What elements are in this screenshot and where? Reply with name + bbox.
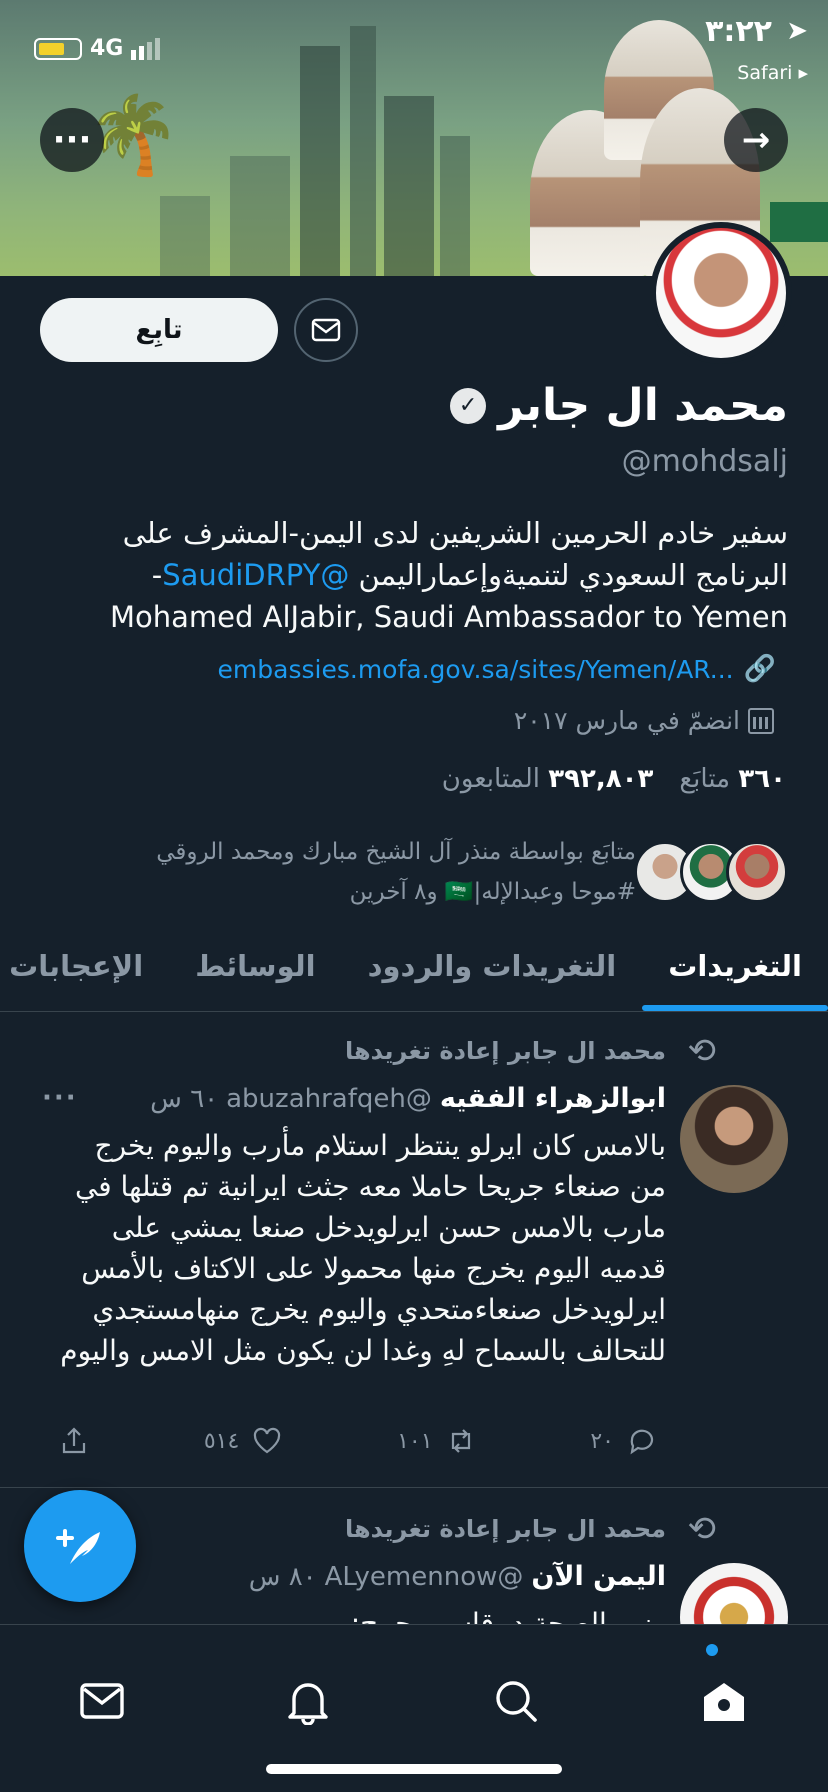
tweet-header: اليمن الآن @ALyemennow ٨٠ س bbox=[249, 1561, 666, 1592]
bio-line-2: البرنامج السعودي لتنميةوإعماراليمن bbox=[349, 558, 788, 592]
retweet-icon bbox=[451, 1429, 470, 1453]
tweet-header: ابوالزهراء الفقيه @abuzahrafqeh ٦٠ س bbox=[150, 1083, 666, 1114]
like-button[interactable]: ٥١٤ bbox=[204, 1425, 283, 1457]
like-count: ٥١٤ bbox=[203, 1428, 240, 1454]
retweet-icon: ⟲ bbox=[687, 1031, 717, 1071]
avatar[interactable] bbox=[680, 1085, 788, 1193]
tab-tweets-replies[interactable]: التغريدات والردود bbox=[342, 920, 643, 1011]
website-link[interactable]: embassies.mofa.gov.sa/sites/Yemen/AR... bbox=[218, 655, 734, 684]
followed-by-avatars bbox=[634, 841, 788, 903]
bio-mention-link[interactable]: @SaudiDRPY bbox=[162, 558, 349, 592]
retweet-label: محمد ال جابر إعادة تغريدها bbox=[345, 1037, 666, 1065]
home-icon[interactable] bbox=[700, 1677, 748, 1725]
bio-line-1: سفير خادم الحرمين الشريفين لدى اليمن-الم… bbox=[122, 516, 788, 550]
tweet-time: ٦٠ س bbox=[150, 1083, 219, 1114]
profile-bio: سفير خادم الحرمين الشريفين لدى اليمن-الم… bbox=[88, 512, 788, 638]
search-icon[interactable] bbox=[492, 1677, 540, 1725]
tab-tweets[interactable]: التغريدات bbox=[642, 920, 828, 1011]
website-row: embassies.mofa.gov.sa/sites/Yemen/AR... … bbox=[218, 654, 776, 684]
home-indicator bbox=[266, 1764, 562, 1774]
bio-line-3: Mohamed AlJabir, Saudi Ambassador to Yem… bbox=[110, 600, 788, 634]
profile-tabs: التغريدات التغريدات والردود الوسائط الإع… bbox=[0, 920, 828, 1012]
link-icon: 🔗 bbox=[743, 654, 776, 684]
reply-button[interactable]: ٢٠ bbox=[590, 1425, 658, 1457]
tweet-text: بالامس كان ايرلو ينتظر استلام مأرب واليو… bbox=[60, 1129, 666, 1367]
notification-dot bbox=[706, 1644, 718, 1656]
heart-icon bbox=[254, 1427, 281, 1454]
bio-dash: - bbox=[151, 558, 163, 592]
profile-handle: @mohdsalj bbox=[621, 444, 788, 479]
avatar[interactable] bbox=[680, 1563, 788, 1624]
mail-icon bbox=[311, 318, 341, 342]
back-arrow-button[interactable]: → bbox=[724, 108, 788, 172]
tweet-text: وزير الصحة د. قاسم بحيبح: bbox=[350, 1607, 666, 1624]
followed-by-text: متابَع بواسطة منذر آل الشيخ مبارك ومحمد … bbox=[156, 839, 636, 905]
retweet-button[interactable]: ١٠١ bbox=[397, 1425, 476, 1457]
tab-media[interactable]: الوسائط bbox=[169, 920, 341, 1011]
battery-icon bbox=[34, 37, 82, 60]
back-to-safari[interactable]: Safari ▸ bbox=[737, 62, 808, 84]
joined-date: انضمّ في مارس ٢٠١٧ bbox=[513, 706, 740, 735]
status-time: ٣:٢٢ bbox=[705, 14, 772, 49]
tweet-more-button[interactable]: ··· bbox=[42, 1083, 78, 1113]
reply-count: ٢٠ bbox=[590, 1428, 614, 1454]
follow-button[interactable]: تابِع bbox=[40, 298, 278, 362]
retweet-label: محمد ال جابر إعادة تغريدها bbox=[345, 1515, 666, 1543]
calendar-icon bbox=[748, 707, 774, 734]
network-label: 4G bbox=[90, 36, 124, 61]
feather-plus-icon bbox=[56, 1529, 100, 1564]
retweet-count: ١٠١ bbox=[397, 1428, 433, 1454]
flag-icon bbox=[770, 202, 828, 242]
tweet-author[interactable]: ابوالزهراء الفقيه bbox=[440, 1083, 666, 1114]
tweet-actions: ٢٠ ١٠١ ٥١٤ bbox=[58, 1425, 658, 1457]
tweet-handle: @abuzahrafqeh bbox=[226, 1083, 432, 1114]
reply-icon bbox=[630, 1429, 654, 1455]
message-button[interactable] bbox=[294, 298, 358, 362]
signal-icon bbox=[131, 37, 161, 60]
bell-icon[interactable] bbox=[284, 1677, 332, 1725]
profile-name: محمد ال جابر bbox=[498, 380, 788, 431]
follow-counts: ٣٦٠ متابَع ٣٩٢,٨٠٣ المتابعون bbox=[442, 764, 786, 794]
followers-count[interactable]: ٣٩٢,٨٠٣ المتابعون bbox=[442, 764, 654, 794]
status-left: 4G bbox=[34, 36, 161, 61]
following-count[interactable]: ٣٦٠ متابَع bbox=[679, 764, 786, 794]
profile-avatar[interactable] bbox=[650, 222, 792, 364]
tweet-time: ٨٠ س bbox=[248, 1561, 317, 1592]
avatar bbox=[726, 841, 788, 903]
tab-likes[interactable]: الإعجابات bbox=[0, 920, 169, 1011]
location-arrow-icon: ➤ bbox=[786, 16, 808, 46]
mail-icon[interactable] bbox=[78, 1677, 126, 1725]
more-options-button[interactable]: ··· bbox=[40, 108, 104, 172]
tweet-handle: @ALyemennow bbox=[324, 1561, 524, 1592]
share-icon bbox=[62, 1427, 86, 1454]
share-button[interactable] bbox=[58, 1425, 90, 1457]
followed-by[interactable]: متابَع بواسطة منذر آل الشيخ مبارك ومحمد … bbox=[0, 832, 788, 912]
retweet-icon: ⟲ bbox=[687, 1509, 717, 1549]
tweet-author[interactable]: اليمن الآن bbox=[531, 1561, 666, 1592]
tweet[interactable]: ⟲ محمد ال جابر إعادة تغريدها ابوالزهراء … bbox=[0, 1013, 828, 1488]
joined-row: انضمّ في مارس ٢٠١٧ bbox=[514, 706, 774, 735]
compose-tweet-button[interactable] bbox=[24, 1490, 136, 1602]
profile-name-row: محمد ال جابر ✓ bbox=[450, 380, 788, 431]
verified-badge-icon: ✓ bbox=[450, 387, 487, 424]
